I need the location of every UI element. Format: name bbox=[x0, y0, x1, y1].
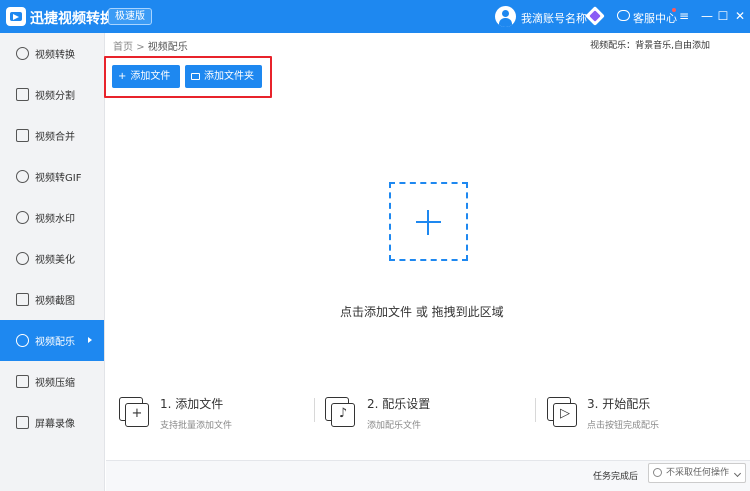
sidebar-item-music[interactable]: 视频配乐 bbox=[0, 320, 104, 361]
chat-icon[interactable] bbox=[617, 10, 630, 21]
sidebar-item-label: 视频截图 bbox=[35, 296, 75, 307]
breadcrumb-current: 视频配乐 bbox=[147, 42, 188, 53]
sidebar-item-label: 视频分割 bbox=[35, 91, 75, 102]
add-folder-button[interactable]: 添加文件夹 bbox=[185, 65, 262, 88]
drop-zone[interactable] bbox=[389, 182, 468, 261]
music-settings-step-icon: ♪ bbox=[325, 397, 356, 428]
plus-icon: + bbox=[118, 71, 127, 82]
sidebar-item-label: 视频配乐 bbox=[35, 337, 75, 348]
convert-icon bbox=[16, 47, 29, 60]
sidebar-item-beautify[interactable]: 视频美化 bbox=[0, 238, 104, 279]
sidebar-item-merge[interactable]: 视频合并 bbox=[0, 115, 104, 156]
sidebar-item-label: 屏幕录像 bbox=[35, 419, 75, 430]
add-file-label: 添加文件 bbox=[130, 71, 171, 82]
account-name[interactable]: 我滴账号名称 bbox=[521, 10, 587, 26]
breadcrumb: 首页 > 视频配乐 bbox=[113, 38, 188, 53]
step-2-title: 2. 配乐设置 bbox=[367, 397, 431, 411]
music-icon bbox=[16, 334, 29, 347]
after-task-label: 任务完成后 bbox=[593, 472, 639, 482]
step-3-subtitle: 点击按钮完成配乐 bbox=[587, 421, 660, 431]
step-3-title: 3. 开始配乐 bbox=[587, 397, 651, 411]
plus-icon-vertical bbox=[427, 210, 429, 235]
add-file-step-icon: + bbox=[119, 397, 150, 428]
beautify-icon bbox=[16, 252, 29, 265]
gif-icon bbox=[16, 170, 29, 183]
sidebar-item-label: 视频压缩 bbox=[35, 378, 75, 389]
folder-icon bbox=[191, 73, 200, 80]
split-icon bbox=[16, 88, 29, 101]
sidebar-item-watermark[interactable]: 视频水印 bbox=[0, 197, 104, 238]
app-logo-icon bbox=[6, 7, 26, 26]
title-bar: 迅捷视频转换器 极速版 我滴账号名称 客服中心 ≡ — ☐ ✕ bbox=[0, 0, 750, 33]
after-task-select[interactable]: 不采取任何操作 bbox=[648, 463, 746, 483]
breadcrumb-home[interactable]: 首页 bbox=[113, 42, 133, 53]
drop-zone-text: 点击添加文件 或 拖拽到此区域 bbox=[340, 305, 504, 319]
sidebar-item-gif[interactable]: 视频转GIF bbox=[0, 156, 104, 197]
add-folder-label: 添加文件夹 bbox=[204, 71, 254, 82]
sidebar-item-label: 视频合并 bbox=[35, 132, 75, 143]
divider bbox=[314, 398, 315, 422]
clock-icon bbox=[653, 468, 662, 477]
breadcrumb-separator: > bbox=[136, 42, 145, 53]
page-description: 视频配乐：背景音乐,自由添加 bbox=[590, 41, 710, 51]
sidebar-item-label: 视频转GIF bbox=[35, 173, 82, 184]
menu-icon[interactable]: ≡ bbox=[673, 4, 695, 28]
sidebar-item-label: 视频转换 bbox=[35, 50, 75, 61]
step-1-title: 1. 添加文件 bbox=[160, 397, 224, 411]
merge-icon bbox=[16, 129, 29, 142]
compress-icon bbox=[16, 375, 29, 388]
start-music-step-icon: ▷ bbox=[547, 397, 578, 428]
chevron-right-icon bbox=[88, 337, 92, 343]
add-file-button[interactable]: + 添加文件 bbox=[112, 65, 180, 88]
sidebar-item-compress[interactable]: 视频压缩 bbox=[0, 361, 104, 402]
customer-service-link[interactable]: 客服中心 bbox=[633, 10, 677, 26]
sidebar-item-screenshot[interactable]: 视频截图 bbox=[0, 279, 104, 320]
sidebar: 视频转换 视频分割 视频合并 视频转GIF 视频水印 视频美化 视频截图 视频配… bbox=[0, 33, 105, 491]
sidebar-item-record[interactable]: 屏幕录像 bbox=[0, 402, 104, 443]
close-button[interactable]: ✕ bbox=[729, 4, 750, 28]
vip-icon[interactable] bbox=[585, 6, 605, 26]
step-1-subtitle: 支持批量添加文件 bbox=[160, 421, 233, 431]
watermark-icon bbox=[16, 211, 29, 224]
sidebar-item-label: 视频美化 bbox=[35, 255, 75, 266]
screenshot-icon bbox=[16, 293, 29, 306]
step-2-subtitle: 添加配乐文件 bbox=[367, 421, 422, 431]
edition-badge: 极速版 bbox=[108, 8, 152, 25]
record-icon bbox=[16, 416, 29, 429]
avatar[interactable] bbox=[495, 6, 516, 27]
sidebar-item-convert[interactable]: 视频转换 bbox=[0, 33, 104, 74]
sidebar-item-split[interactable]: 视频分割 bbox=[0, 74, 104, 115]
sidebar-item-label: 视频水印 bbox=[35, 214, 75, 225]
divider bbox=[535, 398, 536, 422]
